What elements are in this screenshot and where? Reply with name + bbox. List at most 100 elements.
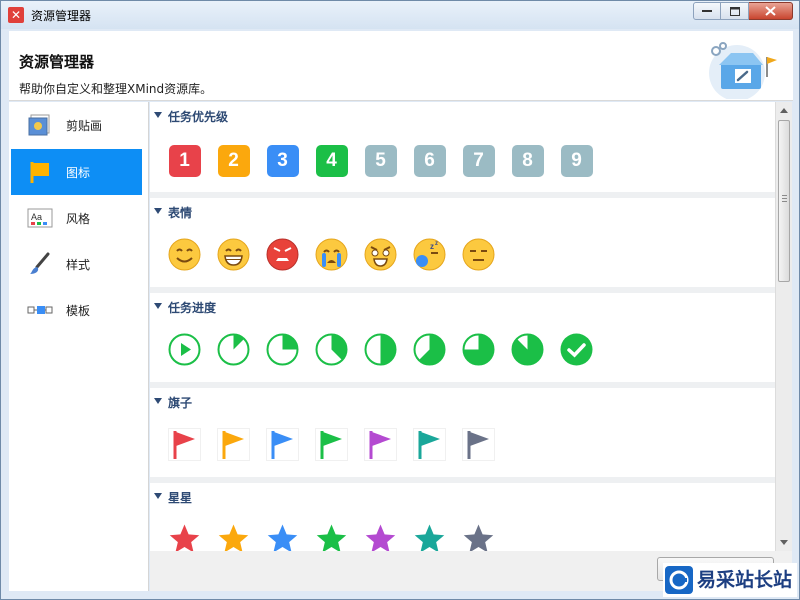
- section-title: 任务进度: [168, 301, 217, 315]
- section-flags: 旗子: [150, 388, 775, 483]
- star-icon[interactable]: [413, 523, 446, 551]
- sleepy-icon[interactable]: zz: [413, 238, 446, 271]
- progress-1-4-icon[interactable]: [266, 333, 299, 366]
- progress-icon-row: [168, 333, 609, 366]
- clipart-icon: [27, 113, 53, 137]
- flag-icon[interactable]: [168, 428, 201, 461]
- section-title: 任务优先级: [168, 110, 229, 124]
- angry-icon[interactable]: [266, 238, 299, 271]
- priority-icon-row: 1 2 3 4 5 6 7 8 9: [168, 144, 609, 177]
- header: 资源管理器 帮助你自定义和整理XMind资源库。: [9, 31, 793, 101]
- smile-icon[interactable]: [168, 238, 201, 271]
- resource-manager-window: ✕ 资源管理器 资源管理器 帮助你自定义和整理XMind资源库。 剪贴画 图标 …: [0, 0, 800, 600]
- section-priority: 任务优先级 1 2 3 4 5 6 7 8 9: [150, 102, 775, 198]
- minimize-button[interactable]: [693, 2, 721, 20]
- vertical-scrollbar[interactable]: [775, 102, 792, 551]
- page-title: 资源管理器: [19, 53, 95, 71]
- section-title: 表情: [168, 206, 193, 220]
- sidebar-item-label: 模板: [66, 303, 91, 318]
- priority-icon[interactable]: 6: [413, 144, 446, 177]
- section-progress: 任务进度: [150, 293, 775, 388]
- priority-icon[interactable]: 4: [315, 144, 348, 177]
- site-watermark: 易采站长站: [663, 563, 797, 597]
- flag-icon[interactable]: [315, 428, 348, 461]
- sidebar-item-style[interactable]: 样式: [11, 241, 142, 287]
- flag-icon[interactable]: [364, 428, 397, 461]
- watermark-text: 易采站长站: [697, 568, 793, 591]
- progress-5-8-icon[interactable]: [413, 333, 446, 366]
- flag-icon[interactable]: [217, 428, 250, 461]
- laugh-icon[interactable]: [217, 238, 250, 271]
- priority-icon[interactable]: 7: [462, 144, 495, 177]
- window-title: 资源管理器: [31, 8, 92, 23]
- maximize-button[interactable]: [721, 2, 749, 20]
- progress-3-4-icon[interactable]: [462, 333, 495, 366]
- svg-text:z: z: [430, 242, 434, 251]
- xmind-logo-icon: ✕: [8, 7, 24, 23]
- collapse-arrow-icon[interactable]: [154, 493, 162, 499]
- star-icon[interactable]: [168, 523, 201, 551]
- collapse-arrow-icon[interactable]: [154, 112, 162, 118]
- sidebar-item-theme[interactable]: Aa 风格: [11, 195, 142, 241]
- star-icon[interactable]: [462, 523, 495, 551]
- maximize-icon: [729, 6, 740, 16]
- scroll-down-icon[interactable]: [780, 540, 788, 545]
- title-bar[interactable]: ✕ 资源管理器: [1, 1, 799, 29]
- flag-icon[interactable]: [266, 428, 299, 461]
- surprise-icon[interactable]: [364, 238, 397, 271]
- brush-icon: [27, 252, 53, 276]
- close-button[interactable]: [749, 2, 793, 20]
- close-icon: [765, 6, 776, 16]
- star-icon[interactable]: [364, 523, 397, 551]
- section-title: 旗子: [168, 396, 193, 410]
- collapse-arrow-icon[interactable]: [154, 303, 162, 309]
- priority-icon[interactable]: 2: [217, 144, 250, 177]
- flag-icon-row: [168, 428, 511, 461]
- flag-icon[interactable]: [462, 428, 495, 461]
- sidebar-item-label: 风格: [66, 211, 91, 226]
- sidebar-item-label: 样式: [66, 257, 91, 272]
- priority-icon[interactable]: 8: [511, 144, 544, 177]
- svg-text:z: z: [435, 241, 438, 247]
- progress-1-2-icon[interactable]: [364, 333, 397, 366]
- watermark-logo-icon: [665, 566, 693, 594]
- done-icon[interactable]: [560, 333, 593, 366]
- start-icon[interactable]: [168, 333, 201, 366]
- page-subtitle: 帮助你自定义和整理XMind资源库。: [19, 82, 213, 96]
- toolbox-illustration-icon: [709, 42, 777, 99]
- svg-text:Aa: Aa: [31, 212, 42, 222]
- sidebar-item-clipart[interactable]: 剪贴画: [11, 102, 142, 148]
- window-controls: [693, 2, 793, 20]
- star-icon-row: [168, 523, 511, 551]
- scroll-thumb[interactable]: [778, 120, 790, 282]
- boring-icon[interactable]: [462, 238, 495, 271]
- star-icon[interactable]: [217, 523, 250, 551]
- section-stars: 星星: [150, 483, 775, 551]
- progress-3-8-icon[interactable]: [315, 333, 348, 366]
- section-smiley: 表情 zz: [150, 198, 775, 293]
- sidebar-item-template[interactable]: 模板: [11, 287, 142, 333]
- priority-icon[interactable]: 3: [266, 144, 299, 177]
- sidebar-item-label: 图标: [66, 165, 91, 180]
- star-icon[interactable]: [266, 523, 299, 551]
- template-icon: [27, 298, 53, 322]
- collapse-arrow-icon[interactable]: [154, 398, 162, 404]
- theme-icon: Aa: [27, 206, 53, 230]
- priority-icon[interactable]: 5: [364, 144, 397, 177]
- scroll-up-icon[interactable]: [780, 108, 788, 113]
- smiley-icon-row: zz: [168, 238, 511, 271]
- sidebar-item-label: 剪贴画: [66, 118, 103, 133]
- flag-icon: [27, 160, 53, 184]
- sidebar: 剪贴画 图标 Aa 风格 样式 模板: [9, 102, 149, 591]
- sidebar-item-icons[interactable]: 图标: [11, 149, 142, 195]
- minimize-icon: [702, 10, 712, 12]
- cry-icon[interactable]: [315, 238, 348, 271]
- section-title: 星星: [168, 491, 193, 505]
- progress-1-8-icon[interactable]: [217, 333, 250, 366]
- priority-icon[interactable]: 1: [168, 144, 201, 177]
- priority-icon[interactable]: 9: [560, 144, 593, 177]
- star-icon[interactable]: [315, 523, 348, 551]
- flag-icon[interactable]: [413, 428, 446, 461]
- collapse-arrow-icon[interactable]: [154, 208, 162, 214]
- progress-7-8-icon[interactable]: [511, 333, 544, 366]
